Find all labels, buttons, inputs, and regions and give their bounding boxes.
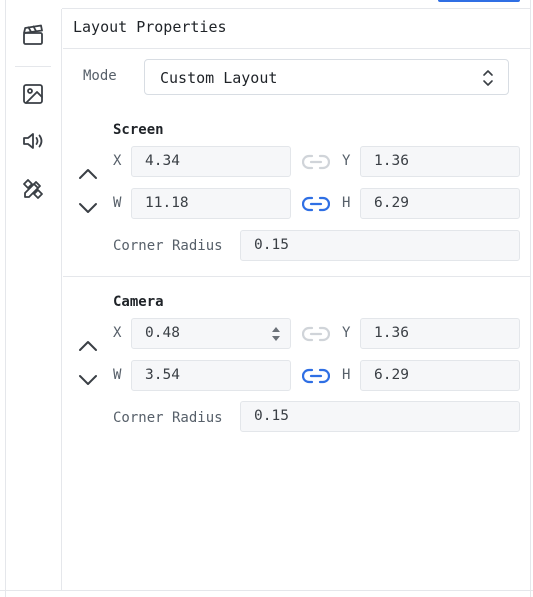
number-spinner-icon[interactable] <box>271 325 281 343</box>
screen-w-input[interactable]: 11.18 <box>131 188 291 219</box>
sidebar-separator <box>15 66 51 67</box>
section-divider <box>63 276 530 277</box>
frame-bottom-border <box>0 590 533 591</box>
camera-x-value: 0.48 <box>145 325 180 341</box>
camera-h-value: 6.29 <box>374 367 409 383</box>
top-accent-tab[interactable] <box>438 0 520 2</box>
screen-corner-radius-input[interactable]: 0.15 <box>240 230 520 261</box>
mode-select[interactable]: Custom Layout <box>144 59 509 95</box>
screen-w-label: W <box>113 195 122 211</box>
frame-right-border <box>530 0 531 597</box>
screen-section-title: Screen <box>113 122 164 138</box>
design-tools-icon[interactable] <box>21 177 45 201</box>
chevron-up-down-icon <box>483 70 493 86</box>
title-divider <box>63 48 530 49</box>
clapperboard-icon[interactable] <box>21 23 45 47</box>
camera-x-input[interactable]: 0.48 <box>131 318 291 349</box>
move-down-chevron-icon[interactable] <box>78 201 98 215</box>
camera-h-input[interactable]: 6.29 <box>360 360 520 391</box>
move-down-chevron-icon[interactable] <box>78 373 98 387</box>
screen-y-input[interactable]: 1.36 <box>360 146 520 177</box>
speaker-icon[interactable] <box>21 129 45 153</box>
panel-title: Layout Properties <box>73 18 227 36</box>
link-active-icon[interactable] <box>302 368 330 384</box>
screen-x-value: 4.34 <box>145 153 180 169</box>
screen-corner-radius-value: 0.15 <box>254 237 289 253</box>
camera-y-value: 1.36 <box>374 325 409 341</box>
screen-h-input[interactable]: 6.29 <box>360 188 520 219</box>
camera-x-label: X <box>113 325 122 341</box>
link-active-icon[interactable] <box>302 196 330 212</box>
camera-corner-radius-value: 0.15 <box>254 408 289 424</box>
camera-w-input[interactable]: 3.54 <box>131 360 291 391</box>
camera-corner-radius-label: Corner Radius <box>113 410 223 426</box>
link-inactive-icon[interactable] <box>302 154 330 170</box>
screen-h-label: H <box>342 195 351 211</box>
screen-w-value: 11.18 <box>145 195 189 211</box>
camera-w-value: 3.54 <box>145 367 180 383</box>
screen-x-label: X <box>113 153 122 169</box>
camera-y-label: Y <box>342 325 351 341</box>
mode-select-value: Custom Layout <box>160 69 278 87</box>
screen-x-input[interactable]: 4.34 <box>131 146 291 177</box>
screen-h-value: 6.29 <box>374 195 409 211</box>
mode-label: Mode <box>83 68 117 84</box>
link-inactive-icon[interactable] <box>302 326 330 342</box>
camera-section-title: Camera <box>113 294 164 310</box>
move-up-chevron-icon[interactable] <box>78 167 98 181</box>
move-up-chevron-icon[interactable] <box>78 339 98 353</box>
camera-corner-radius-input[interactable]: 0.15 <box>240 401 520 432</box>
camera-y-input[interactable]: 1.36 <box>360 318 520 349</box>
camera-h-label: H <box>342 367 351 383</box>
image-icon[interactable] <box>21 82 45 106</box>
camera-w-label: W <box>113 367 122 383</box>
sidebar <box>6 9 62 590</box>
screen-y-value: 1.36 <box>374 153 409 169</box>
screen-corner-radius-label: Corner Radius <box>113 238 223 254</box>
top-border <box>62 8 530 9</box>
screen-y-label: Y <box>342 153 351 169</box>
